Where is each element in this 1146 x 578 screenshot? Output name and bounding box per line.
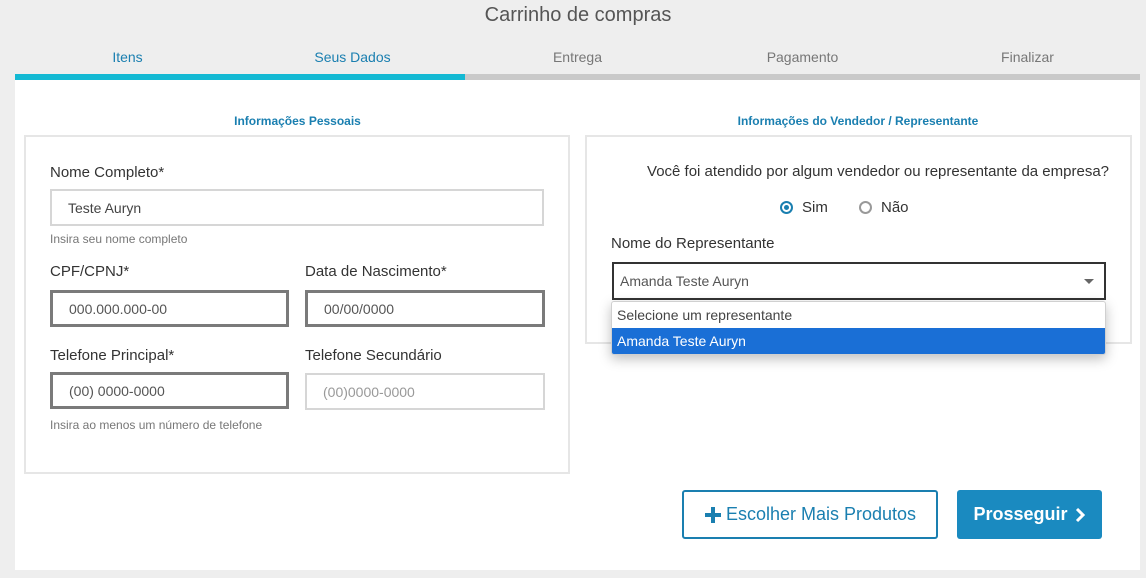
birth-date-label: Data de Nascimento* [305, 263, 447, 280]
cpf-label: CPF/CPNJ* [50, 263, 130, 280]
representative-select-value: Amanda Teste Auryn [620, 273, 749, 289]
step-entrega[interactable]: Entrega [465, 49, 690, 65]
radio-sim-label: Sim [802, 199, 828, 216]
chevron-down-icon [1084, 279, 1094, 284]
checkout-panel: Informações Pessoais Nome Completo* Insi… [15, 80, 1140, 570]
cpf-input[interactable] [50, 290, 289, 327]
secondary-phone-label: Telefone Secundário [305, 347, 442, 364]
step-finalizar[interactable]: Finalizar [915, 49, 1140, 65]
radio-sim[interactable]: Sim [780, 199, 828, 216]
choose-more-products-label: Escolher Mais Produtos [725, 504, 917, 524]
chevron-right-icon [1075, 507, 1085, 522]
radio-nao-label: Não [881, 199, 909, 216]
secondary-phone-input[interactable] [305, 373, 545, 410]
representative-select[interactable]: Amanda Teste Auryn [612, 262, 1106, 300]
representative-dropdown: Selecione um representante Amanda Teste … [611, 301, 1106, 355]
personal-info-box: Nome Completo* Insira seu nome completo … [24, 135, 570, 474]
dropdown-option[interactable]: Selecione um representante [612, 302, 1105, 328]
choose-more-products-button[interactable]: Escolher Mais Produtos [682, 490, 938, 539]
personal-info-title: Informações Pessoais [234, 114, 361, 128]
full-name-hint: Insira seu nome completo [50, 232, 188, 246]
step-pagamento[interactable]: Pagamento [690, 49, 915, 65]
step-itens[interactable]: Itens [15, 49, 240, 65]
page-title: Carrinho de compras [484, 4, 672, 26]
plus-icon [704, 506, 721, 523]
seller-info-title: Informações do Vendedor / Representante [737, 114, 979, 128]
seller-question: Você foi atendido por algum vendedor ou … [647, 163, 1109, 180]
full-name-input[interactable] [50, 189, 544, 226]
full-name-label: Nome Completo* [50, 164, 165, 181]
main-phone-input[interactable] [50, 372, 289, 409]
dropdown-option-selected[interactable]: Amanda Teste Auryn [612, 328, 1105, 354]
birth-date-input[interactable] [305, 290, 545, 327]
radio-sim-circle[interactable] [780, 201, 793, 214]
radio-nao[interactable]: Não [859, 199, 909, 216]
main-phone-label: Telefone Principal* [50, 347, 175, 364]
radio-nao-circle[interactable] [859, 201, 872, 214]
proceed-button[interactable]: Prosseguir [957, 490, 1102, 539]
phone-hint: Insira ao menos um número de telefone [50, 418, 263, 432]
representative-label: Nome do Representante [611, 235, 775, 252]
step-seus-dados[interactable]: Seus Dados [240, 49, 465, 65]
proceed-label: Prosseguir [973, 504, 1068, 524]
